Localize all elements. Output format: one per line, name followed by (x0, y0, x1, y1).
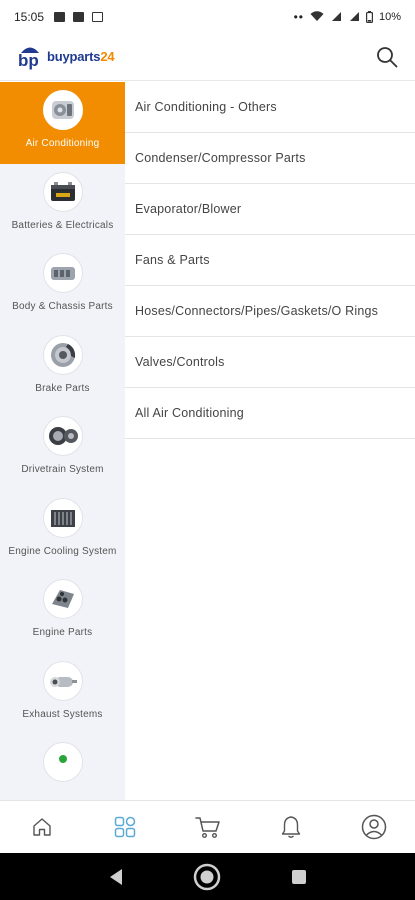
back-triangle-icon (109, 868, 122, 885)
logo-mark-icon: bp (18, 47, 39, 70)
battery-icon (365, 10, 373, 23)
message-notification-icon (92, 11, 104, 22)
battery-category-icon (50, 181, 75, 201)
signal-2-icon (349, 12, 359, 21)
svg-text:bp: bp (18, 51, 39, 70)
cart-icon (194, 817, 220, 839)
nav-categories-button[interactable] (105, 807, 145, 847)
battery-level: 10% (378, 10, 401, 23)
sidebar-item-exhaust-systems[interactable]: Exhaust Systems (0, 653, 125, 735)
engine-icon (51, 590, 74, 608)
system-navigation-bar (0, 853, 415, 900)
subcategory-item[interactable]: Evaporator/Blower (125, 184, 415, 235)
wifi-icon (310, 11, 324, 21)
search-icon (377, 46, 398, 67)
radiator-icon (50, 509, 75, 527)
search-button[interactable] (373, 43, 401, 71)
app-logo[interactable]: bp buyparts24 (16, 44, 115, 70)
system-recents-button[interactable] (284, 862, 314, 892)
sidebar-item-body-chassis[interactable]: Body & Chassis Parts (0, 245, 125, 327)
sidebar-item-partial[interactable] (0, 734, 125, 800)
logo-wordmark: buyparts24 (47, 49, 115, 64)
subcategory-list: Air Conditioning - Others Condenser/Comp… (125, 82, 415, 439)
category-sidebar: Air Conditioning Batteries & Electricals… (0, 82, 125, 800)
sidebar-item-label: Air Conditioning (25, 138, 100, 149)
profile-icon (361, 814, 386, 840)
recents-square-icon (292, 869, 307, 884)
brake-disc-icon (50, 342, 75, 367)
system-home-button[interactable] (192, 862, 222, 892)
subcategory-item[interactable]: Hoses/Connectors/Pipes/Gaskets/O Rings (125, 286, 415, 337)
more-notifications-icon: •• (293, 9, 304, 24)
nav-notifications-button[interactable] (271, 807, 311, 847)
sidebar-item-label: Engine Parts (32, 627, 93, 638)
sidebar-item-brake-parts[interactable]: Brake Parts (0, 327, 125, 409)
nav-cart-button[interactable] (188, 807, 228, 847)
sidebar-item-engine-parts[interactable]: Engine Parts (0, 571, 125, 653)
categories-icon (114, 816, 135, 838)
system-back-button[interactable] (101, 862, 131, 892)
sidebar-item-label: Exhaust Systems (22, 708, 103, 720)
sidebar-item-engine-cooling[interactable]: Engine Cooling System (0, 490, 125, 572)
air-conditioning-icon (51, 101, 74, 119)
nav-profile-button[interactable] (354, 807, 394, 847)
app-header: bp buyparts24 (0, 33, 415, 81)
gallery-notification-icon (54, 11, 66, 22)
bell-icon (281, 816, 300, 838)
sidebar-item-label: Drivetrain System (21, 464, 104, 475)
exhaust-icon (49, 676, 77, 687)
sidebar-item-batteries-electricals[interactable]: Batteries & Electricals (0, 164, 125, 246)
sidebar-item-label: Batteries & Electricals (11, 219, 114, 231)
home-circle-icon (194, 863, 221, 890)
subcategory-item[interactable]: Fans & Parts (125, 235, 415, 286)
sidebar-item-air-conditioning[interactable]: Air Conditioning (0, 82, 125, 164)
subcategory-item[interactable]: Valves/Controls (125, 337, 415, 388)
sidebar-item-drivetrain-system[interactable]: Drivetrain System (0, 408, 125, 490)
body-chassis-icon (50, 267, 75, 280)
sidebar-item-label: Engine Cooling System (8, 545, 117, 557)
news-notification-icon (73, 11, 85, 22)
bottom-navigation (0, 800, 415, 853)
subcategory-item[interactable]: Air Conditioning - Others (125, 82, 415, 133)
signal-icon (331, 12, 341, 21)
category-thumbnail-icon (58, 755, 67, 763)
status-bar: 15:05 •• 10% (0, 0, 415, 33)
subcategory-item-all[interactable]: All Air Conditioning (125, 388, 415, 439)
sidebar-item-label: Brake Parts (35, 382, 90, 394)
status-time: 15:05 (14, 9, 45, 24)
sidebar-item-label: Body & Chassis Parts (12, 301, 113, 312)
home-icon (32, 818, 51, 836)
subcategory-item[interactable]: Condenser/Compressor Parts (125, 133, 415, 184)
drivetrain-icon (48, 427, 78, 445)
nav-home-button[interactable] (22, 807, 62, 847)
